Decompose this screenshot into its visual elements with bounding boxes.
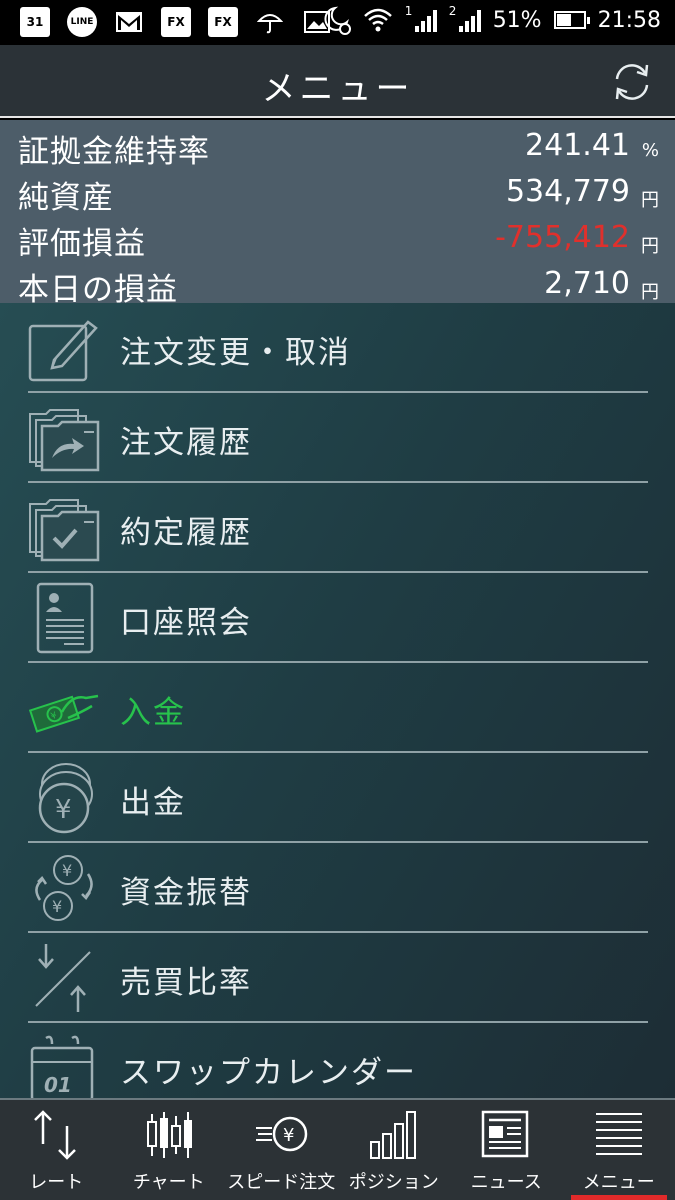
account-card-icon [36,582,94,654]
app-header: メニュー [0,45,675,118]
menu-item-deposit[interactable]: ¥ 入金 [28,663,648,753]
summary-unit: 円 [641,282,659,303]
nav-tab-menu[interactable]: メニュー [563,1100,675,1200]
sim2-label: 2 [448,4,457,18]
nav-tab-label: チャート [132,1172,205,1193]
menu-item-label: 注文変更・取消 [120,335,351,371]
fx-app-icon-2: FX [208,7,238,37]
bottom-navigation: レート チャート ¥ スピード注文 ポジション ニュース メニュー [0,1098,675,1200]
menu-item-execution-history[interactable]: 約定履歴 [28,483,648,573]
menu-item-order-change[interactable]: 注文変更・取消 [28,303,648,393]
candlestick-chart-icon [146,1112,192,1158]
refresh-button[interactable] [607,57,657,107]
status-bar: 31 LINE FX FX 1 2 51% 21:58 [0,0,675,45]
summary-row-net-assets: 純資産 534,779 円 [0,168,675,216]
summary-label: 純資産 [18,180,114,216]
menu-item-label: 約定履歴 [120,515,252,551]
summary-row-unrealized-pl: 評価損益 -755,412 円 [0,214,675,262]
summary-unit: 円 [641,236,659,257]
summary-label: 証拠金維持率 [18,134,210,170]
signal-sim2-icon: 2 [449,4,481,32]
summary-unit: 円 [641,190,659,211]
menu-item-account-inquiry[interactable]: 口座照会 [28,573,648,663]
menu-item-swap-calendar[interactable]: 01 スワップカレンダー [28,1023,648,1098]
menu-item-label: 出金 [120,785,186,821]
nav-tab-label: レート [29,1172,84,1193]
position-bars-icon [369,1111,416,1159]
rate-arrows-icon [34,1110,77,1160]
menu-item-fund-transfer[interactable]: ¥ ¥ 資金振替 [28,843,648,933]
summary-value: -755,412 [495,220,630,255]
speed-order-icon: ¥ [256,1116,308,1152]
nav-tab-speed-order[interactable]: ¥ スピード注文 [225,1100,338,1200]
menu-item-withdraw[interactable]: ¥ 出金 [28,753,648,843]
refresh-icon [615,64,649,100]
nav-tab-rate[interactable]: レート [0,1100,113,1200]
battery-icon [553,11,590,29]
wifi-icon [363,8,392,32]
svg-text:¥: ¥ [55,795,72,825]
clock: 21:58 [597,7,661,33]
summary-value: 241.41 [525,128,630,163]
account-summary: 証拠金維持率 241.41 % 純資産 534,779 円 評価損益 -755,… [0,120,675,308]
menu-item-label: 注文履歴 [120,425,252,461]
gmail-icon [114,7,144,37]
summary-value: 2,710 [544,266,630,301]
execution-history-icon [29,499,100,562]
nav-tab-news[interactable]: ニュース [450,1100,563,1200]
calendar-icon: 31 [20,7,50,37]
menu-item-label: 口座照会 [120,605,252,641]
menu-item-trade-ratio[interactable]: 売買比率 [28,933,648,1023]
menu-item-label: スワップカレンダー [120,1055,417,1091]
menu-item-label: 売買比率 [120,965,252,1001]
line-app-icon: LINE [67,7,97,37]
menu-item-label: 入金 [120,695,186,731]
nav-tab-label: ポジション [348,1172,439,1193]
menu-item-order-history[interactable]: 注文履歴 [28,393,648,483]
nav-tab-label: ニュース [470,1172,542,1193]
swap-calendar-icon: 01 [30,1035,94,1098]
fx-app-icon: FX [161,7,191,37]
battery-percent: 51% [492,7,542,33]
sim1-label: 1 [404,4,413,18]
notification-icons: 31 LINE FX FX [20,7,332,37]
page-title: メニュー [261,69,414,109]
nav-tab-label: スピード注文 [227,1172,336,1193]
summary-row-margin-ratio: 証拠金維持率 241.41 % [0,122,675,170]
trade-ratio-icon [35,944,91,1012]
svg-text:¥: ¥ [52,897,62,916]
summary-value: 534,779 [505,174,630,209]
fund-transfer-icon: ¥ ¥ [35,855,93,921]
summary-unit: % [641,140,659,161]
umbrella-icon [255,7,285,37]
edit-document-icon [28,320,98,382]
nav-tab-position[interactable]: ポジション [338,1100,451,1200]
nav-tab-chart[interactable]: チャート [113,1100,226,1200]
deposit-icon: ¥ [28,694,99,733]
calendar-date-text: 01 [44,1073,72,1097]
withdraw-coins-icon: ¥ [38,763,93,834]
menu-lines-icon [595,1113,642,1155]
menu-item-label: 資金振替 [120,875,252,911]
system-status: 1 2 51% 21:58 [321,4,661,35]
menu-list: 注文変更・取消 注文履歴 約定履歴 口座照会 ¥ 入金 ¥ 出金 ¥ ¥ 資金振… [0,303,675,1098]
moon-alarm-icon [324,6,351,35]
svg-text:¥: ¥ [283,1125,294,1146]
order-history-icon [29,409,100,472]
nav-tab-label: メニュー [582,1172,655,1193]
summary-label: 評価損益 [18,226,146,262]
signal-sim1-icon: 1 [405,4,437,32]
svg-text:¥: ¥ [62,861,72,880]
summary-row-today-pl: 本日の損益 2,710 円 [0,260,675,308]
news-icon [482,1110,529,1158]
